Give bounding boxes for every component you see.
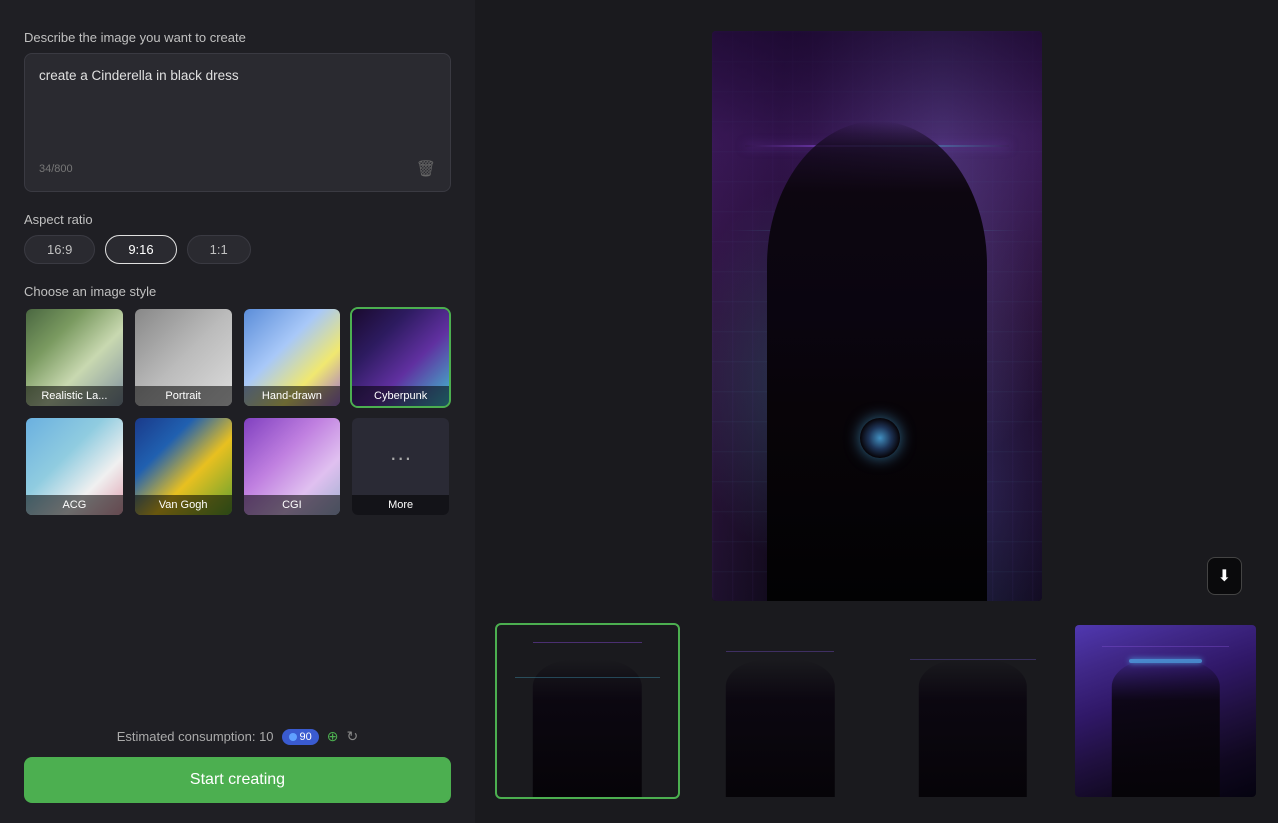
glasses-glow bbox=[1129, 659, 1201, 663]
thumb-figure-2 bbox=[726, 659, 834, 797]
style-vangogh[interactable]: Van Gogh bbox=[133, 416, 234, 517]
style-label-realistic: Realistic La... bbox=[26, 386, 123, 406]
download-button[interactable]: ⬇ bbox=[1207, 557, 1242, 595]
aspect-ratio-label: Aspect ratio bbox=[24, 212, 451, 227]
thumbnail-3[interactable] bbox=[881, 623, 1066, 799]
style-more[interactable]: ··· More bbox=[350, 416, 451, 517]
consumption-row: Estimated consumption: 10 90 ⊕ ↻ bbox=[24, 728, 451, 745]
aspect-1-1[interactable]: 1:1 bbox=[187, 235, 251, 264]
style-label-cyberpunk: Cyberpunk bbox=[352, 386, 449, 406]
aspect-9-16[interactable]: 9:16 bbox=[105, 235, 176, 264]
thumb-figure-3 bbox=[919, 659, 1027, 797]
style-label-handdrawn: Hand-drawn bbox=[244, 386, 341, 406]
prompt-area: 34/800 🗑 bbox=[24, 53, 451, 192]
thumbnail-strip bbox=[495, 623, 1258, 803]
add-credits-icon[interactable]: ⊕ bbox=[327, 728, 339, 745]
aspect-ratio-section: Aspect ratio 16:9 9:16 1:1 bbox=[24, 212, 451, 264]
style-section: Choose an image style Realistic La... Po… bbox=[24, 284, 451, 517]
prompt-input[interactable] bbox=[39, 66, 436, 146]
thumbnail-2[interactable] bbox=[688, 623, 873, 799]
thumb-inner-2 bbox=[690, 625, 871, 797]
thumb-inner-4 bbox=[1075, 625, 1256, 797]
style-realistic[interactable]: Realistic La... bbox=[24, 307, 125, 408]
consumption-text: Estimated consumption: 10 bbox=[117, 729, 274, 744]
main-image bbox=[712, 31, 1042, 601]
left-panel: Describe the image you want to create 34… bbox=[0, 0, 475, 823]
style-grid: Realistic La... Portrait Hand-drawn Cybe… bbox=[24, 307, 451, 517]
thumb-figure-1 bbox=[533, 659, 641, 797]
aspect-buttons: 16:9 9:16 1:1 bbox=[24, 235, 451, 264]
ai-badge: 90 bbox=[282, 729, 319, 745]
right-panel: ⬇ bbox=[475, 0, 1278, 823]
style-portrait[interactable]: Portrait bbox=[133, 307, 234, 408]
thumbnail-1[interactable] bbox=[495, 623, 680, 799]
prompt-section: Describe the image you want to create 34… bbox=[24, 30, 451, 192]
style-label-cgi: CGI bbox=[244, 495, 341, 515]
char-count: 34/800 bbox=[39, 163, 73, 175]
style-label-portrait: Portrait bbox=[135, 386, 232, 406]
style-cyberpunk[interactable]: Cyberpunk bbox=[350, 307, 451, 408]
style-acg[interactable]: ACG bbox=[24, 416, 125, 517]
main-image-container: ⬇ bbox=[495, 20, 1258, 611]
thumb-inner-3 bbox=[883, 625, 1064, 797]
start-creating-button[interactable]: Start creating bbox=[24, 757, 451, 803]
credits-value: 90 bbox=[300, 731, 312, 743]
glowing-orb bbox=[860, 418, 900, 458]
thumb-figure-4 bbox=[1111, 659, 1219, 797]
thumb-inner-1 bbox=[497, 625, 678, 797]
figure-silhouette bbox=[767, 121, 987, 601]
trash-icon[interactable]: 🗑 bbox=[416, 159, 436, 179]
ai-dot-icon bbox=[289, 733, 297, 741]
style-label-more: More bbox=[352, 495, 449, 515]
prompt-label: Describe the image you want to create bbox=[24, 30, 451, 45]
style-label: Choose an image style bbox=[24, 284, 451, 299]
thumbnail-4[interactable] bbox=[1073, 623, 1258, 799]
style-label-vangogh: Van Gogh bbox=[135, 495, 232, 515]
style-label-acg: ACG bbox=[26, 495, 123, 515]
more-dots-icon: ··· bbox=[390, 447, 412, 469]
bottom-section: Estimated consumption: 10 90 ⊕ ↻ Start c… bbox=[24, 728, 451, 803]
refresh-icon[interactable]: ↻ bbox=[347, 728, 359, 745]
aspect-16-9[interactable]: 16:9 bbox=[24, 235, 95, 264]
style-handdrawn[interactable]: Hand-drawn bbox=[242, 307, 343, 408]
style-cgi[interactable]: CGI bbox=[242, 416, 343, 517]
